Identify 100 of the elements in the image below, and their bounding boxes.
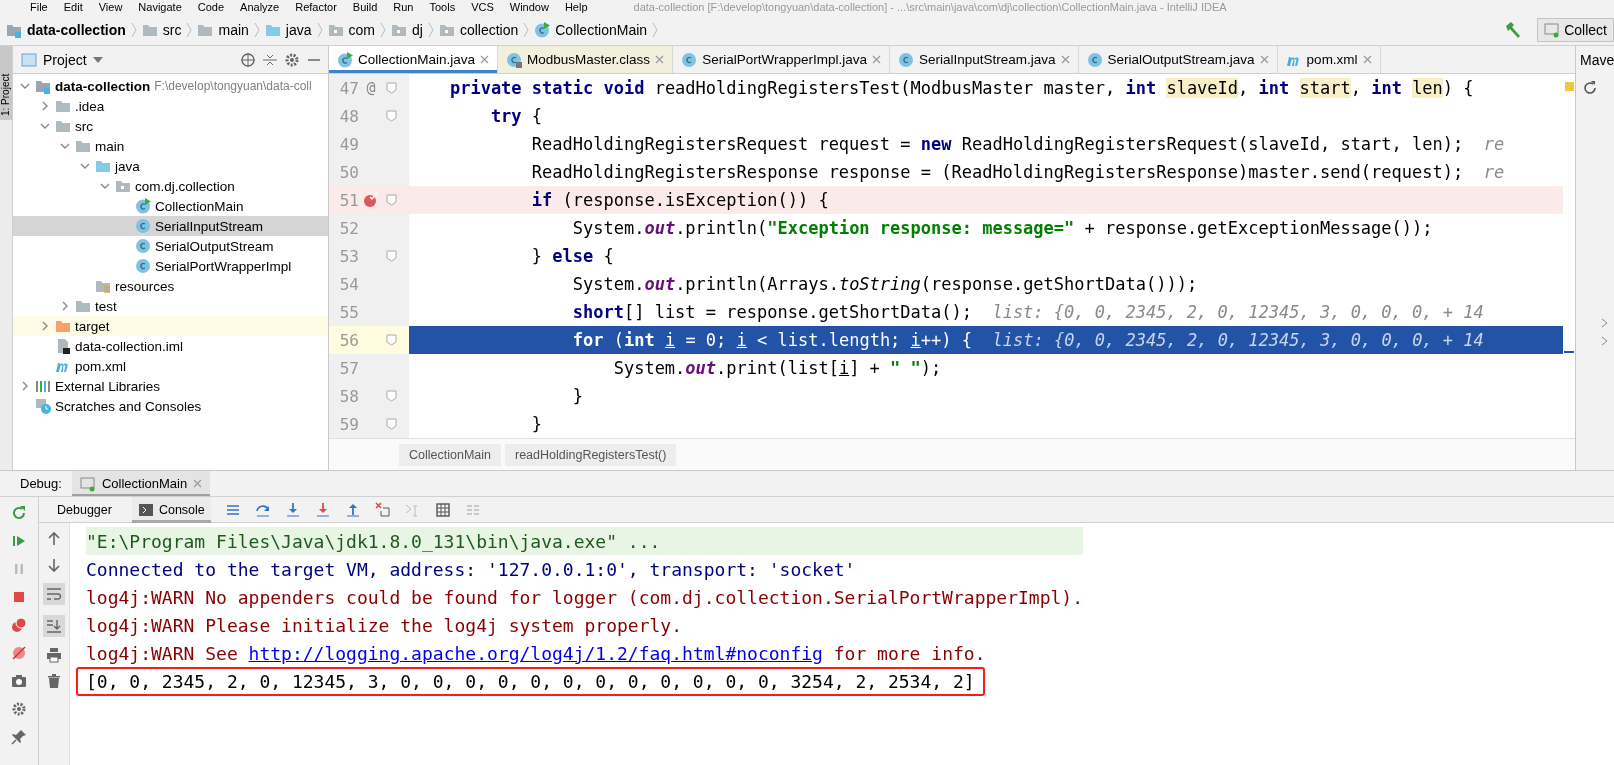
run-configuration-button[interactable]: Collect [1537,17,1614,42]
breadcrumb-item[interactable]: dj [386,21,427,38]
tree-item[interactable]: main [13,136,328,156]
module-icon [35,78,51,94]
view-breakpoints-icon[interactable] [11,617,27,633]
menu-item[interactable]: Run [393,1,414,13]
project-view-dropdown[interactable]: Project [21,51,103,68]
close-icon[interactable] [1060,55,1070,64]
chevron-icon[interactable] [1600,317,1610,329]
resume-icon[interactable] [11,533,27,549]
breakpoint-icon[interactable] [363,192,379,208]
menu-item[interactable]: File [30,1,48,13]
debug-tab[interactable]: Debugger [51,496,118,523]
breadcrumb-item[interactable]: collection [434,21,523,38]
stop-icon[interactable] [11,589,27,605]
tree-item[interactable]: SerialPortWrapperImpl [13,256,328,276]
breadcrumb-item[interactable]: data-collection [2,21,130,38]
menu-item[interactable]: Window [509,1,549,13]
debug-label: Debug: [20,476,62,491]
menu-item[interactable]: Analyze [240,1,280,13]
trash-icon[interactable] [46,673,62,689]
settings-icon[interactable] [11,701,27,717]
editor-tab[interactable]: ModbusMaster.class [498,46,674,73]
scroll-to-end-icon[interactable] [43,615,65,637]
folder-icon [95,158,111,174]
pin-icon[interactable] [11,729,27,745]
close-icon[interactable] [480,55,490,64]
tree-item[interactable]: test [13,296,328,316]
menu-item[interactable]: Help [564,1,588,13]
tree-item[interactable]: External Libraries [13,376,328,396]
code-line: } [571,386,583,406]
menu-item[interactable]: View [98,1,123,13]
menu-item[interactable]: Edit [63,1,83,13]
tree-item[interactable]: .idea [13,96,328,116]
tree-item[interactable]: Scratches and Consoles [13,396,328,416]
code-breadcrumb[interactable]: CollectionMain [399,443,501,466]
chevron-icon[interactable] [1600,335,1610,347]
menu-item[interactable]: Build [352,1,378,13]
camera-icon[interactable] [11,673,27,689]
close-icon[interactable] [1362,55,1372,64]
fold-icon[interactable] [386,82,397,94]
step-out-icon[interactable] [344,501,361,518]
locate-icon[interactable] [240,51,256,68]
close-icon[interactable] [655,55,665,64]
line-number: 53 [338,246,359,266]
tree-item[interactable]: data-collection.iml [13,336,328,356]
editor-tab[interactable]: CollectionMain.java [329,46,499,73]
refresh-icon[interactable] [1582,80,1598,96]
up-arrow-icon[interactable] [46,531,62,547]
fold-icon[interactable] [386,250,397,262]
tree-item[interactable]: java [13,156,328,176]
code-breadcrumb[interactable]: readHoldingRegistersTest() [505,443,677,466]
mute-breakpoints-icon[interactable] [11,645,27,661]
tree-item[interactable]: src [13,116,328,136]
breadcrumb-item[interactable]: main [193,21,253,38]
class-icon [681,51,698,68]
code-line: } [530,414,543,434]
menu-item[interactable]: VCS [471,1,494,13]
tree-item[interactable]: CollectionMain [13,196,328,216]
tree-item[interactable]: target [13,316,328,336]
line-number: 54 [338,274,359,294]
tree-item[interactable]: SerialInputStream [13,216,328,236]
breadcrumb-item[interactable]: java [260,21,316,38]
breadcrumb-item[interactable]: com [323,21,379,38]
step-into-icon[interactable] [284,501,301,518]
fold-icon[interactable] [386,390,397,402]
libraries-icon [35,378,51,394]
drop-frame-icon[interactable] [374,501,391,518]
close-icon[interactable] [871,55,881,64]
breadcrumb-item[interactable]: src [137,21,186,38]
fold-icon[interactable] [386,110,397,122]
settings-icon[interactable] [284,51,300,68]
close-icon[interactable] [1259,55,1269,64]
close-icon[interactable] [193,479,203,488]
rerun-icon[interactable] [11,505,27,521]
tree-item[interactable]: pom.xml [13,356,328,376]
fold-icon[interactable] [386,194,397,206]
line-number: 52 [338,218,359,238]
tree-item[interactable]: com.dj.collection [13,176,328,196]
fold-icon[interactable] [386,334,397,346]
menu-item[interactable]: Navigate [138,1,182,13]
debug-session-tab[interactable]: CollectionMain [71,471,211,496]
print-icon[interactable] [46,647,62,663]
menu-item[interactable]: Code [197,1,225,13]
tree-item[interactable]: resources [13,276,328,296]
fold-icon[interactable] [386,418,397,430]
menu-item[interactable]: Tools [429,1,456,13]
evaluate-icon[interactable] [434,501,451,518]
soft-wrap-icon[interactable] [43,583,65,605]
breadcrumb-item[interactable]: CollectionMain [530,21,652,38]
maven-tool-tab[interactable]: Mave [1576,46,1614,74]
debug-tab[interactable]: Console [131,496,211,523]
chevron-icon [252,20,261,39]
tree-item[interactable]: data-collection F:\develop\tongyuan\data-coll [13,76,328,96]
force-step-into-icon[interactable] [314,501,331,518]
menu-item[interactable]: Refactor [295,1,337,13]
tree-item[interactable]: SerialOutputStream [13,236,328,256]
down-arrow-icon[interactable] [46,557,62,573]
console-link[interactable]: http://logging.apache.org/log4j/1.2/faq.html#noconfig [248,642,823,664]
project-tool-tab[interactable]: 1: Project [0,46,12,120]
